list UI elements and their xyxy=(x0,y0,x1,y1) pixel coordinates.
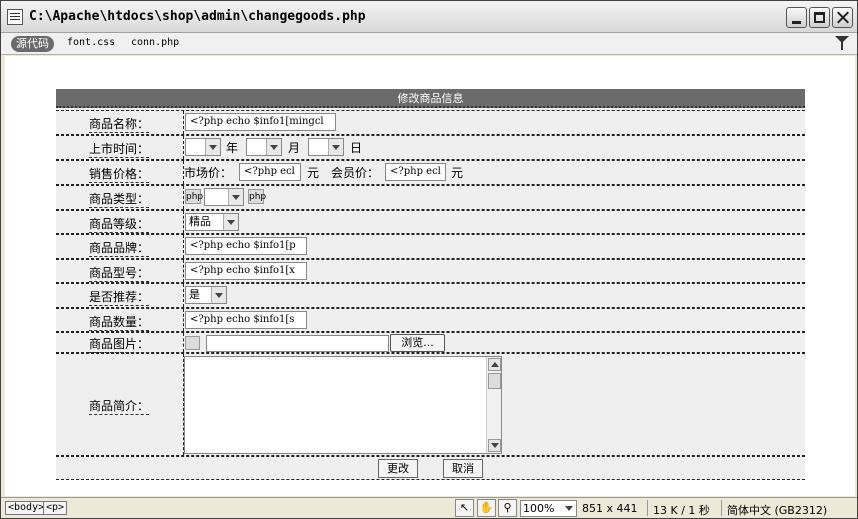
goods-name-field[interactable]: <?php echo $info1[mingcl xyxy=(185,113,336,131)
goods-form: 修改商品信息 商品名称： <?php echo $info1[mingcl 上市… xyxy=(56,89,805,480)
cancel-button[interactable]: 取消 xyxy=(443,459,483,478)
scroll-thumb[interactable] xyxy=(488,373,501,389)
php-code-icon[interactable]: php xyxy=(248,189,266,204)
month-select[interactable] xyxy=(246,138,282,156)
source-code-button[interactable]: 源代码 xyxy=(11,36,54,52)
market-price-label: 市场价： xyxy=(184,166,233,180)
goods-grade-value: 精品 xyxy=(189,215,211,228)
member-price-field[interactable]: <?php ecl xyxy=(385,163,446,181)
label-goods-type: 商品类型： xyxy=(89,192,150,208)
label-goods-intro: 商品简介： xyxy=(89,399,150,415)
goods-grade-select[interactable]: 精品 xyxy=(185,213,239,231)
browse-button[interactable]: 浏览... xyxy=(390,334,445,352)
label-goods-quantity: 商品数量： xyxy=(89,315,150,331)
label-release-date: 上市时间： xyxy=(89,142,150,158)
chevron-down-icon xyxy=(266,139,281,155)
zoom-select[interactable]: 100% xyxy=(520,500,577,517)
chevron-down-icon xyxy=(228,189,243,205)
goods-intro-textarea[interactable] xyxy=(184,356,502,454)
month-label: 月 xyxy=(288,141,301,155)
row-goods-intro: 商品简介： xyxy=(56,353,805,456)
row-goods-type: 商品类型： php php xyxy=(56,185,805,210)
row-recommend: 是否推荐： 是 xyxy=(56,283,805,308)
chevron-down-icon xyxy=(328,139,343,155)
status-bar: <body> <p> ↖ ✋ ⚲ 100% 851 x 441 13 K / 1… xyxy=(1,497,857,518)
title-bar[interactable]: C:\Apache\htdocs\shop\admin\changegoods.… xyxy=(1,1,857,33)
maximize-icon xyxy=(814,12,825,23)
close-icon xyxy=(836,10,850,24)
year-label: 年 xyxy=(226,141,239,155)
window-title: C:\Apache\htdocs\shop\admin\changegoods.… xyxy=(29,9,366,24)
tag-selector-body[interactable]: <body> xyxy=(5,501,48,515)
year-select[interactable] xyxy=(185,138,221,156)
recommend-select[interactable]: 是 xyxy=(185,286,227,304)
related-file-font-css[interactable]: font.css xyxy=(67,37,115,48)
related-file-conn-php[interactable]: conn.php xyxy=(131,37,179,48)
row-goods-image: 商品图片： 浏览... xyxy=(56,332,805,353)
row-goods-brand: 商品品牌： <?php echo $info1[p xyxy=(56,234,805,259)
chevron-down-icon xyxy=(562,501,575,516)
scroll-up-icon[interactable] xyxy=(488,358,501,371)
label-goods-model: 商品型号： xyxy=(89,266,150,282)
zoom-value: 100% xyxy=(523,502,555,515)
label-goods-name: 商品名称： xyxy=(89,117,150,133)
label-recommend: 是否推荐： xyxy=(89,290,150,306)
goods-brand-field[interactable]: <?php echo $info1[p xyxy=(185,237,307,255)
minimize-icon xyxy=(792,21,801,24)
close-button[interactable] xyxy=(832,7,853,28)
row-goods-name: 商品名称： <?php echo $info1[mingcl xyxy=(56,110,805,135)
php-code-icon[interactable] xyxy=(185,336,200,350)
goods-model-field[interactable]: <?php echo $info1[x xyxy=(185,262,307,280)
row-release-date: 上市时间： 年 月 日 xyxy=(56,135,805,160)
chevron-down-icon xyxy=(211,287,226,303)
label-price: 销售价格： xyxy=(89,167,150,183)
textarea-scrollbar[interactable] xyxy=(486,357,501,453)
day-select[interactable] xyxy=(308,138,344,156)
window-size[interactable]: 851 x 441 xyxy=(582,502,638,515)
recommend-value: 是 xyxy=(189,288,200,301)
design-view[interactable]: 修改商品信息 商品名称： <?php echo $info1[mingcl 上市… xyxy=(5,56,855,496)
related-files-toolbar: 源代码 font.css conn.php xyxy=(1,33,857,55)
form-header: 修改商品信息 xyxy=(56,89,805,108)
image-file-field[interactable] xyxy=(206,335,389,352)
document-icon xyxy=(7,9,23,25)
encoding: 简体中文 (GB2312) xyxy=(727,504,828,517)
chevron-down-icon xyxy=(223,214,238,230)
row-goods-grade: 商品等级： 精品 xyxy=(56,210,805,234)
hand-tool-icon[interactable]: ✋ xyxy=(477,499,496,517)
day-label: 日 xyxy=(350,141,363,155)
scroll-down-icon[interactable] xyxy=(488,439,501,452)
php-code-icon[interactable]: php xyxy=(185,189,203,204)
maximize-button[interactable] xyxy=(809,7,830,28)
pointer-tool-icon[interactable]: ↖ xyxy=(455,499,474,517)
tag-selector-p[interactable]: <p> xyxy=(43,501,68,515)
zoom-tool-icon[interactable]: ⚲ xyxy=(498,499,517,517)
goods-quantity-field[interactable]: <?php echo $info1[s xyxy=(185,311,307,329)
row-price: 销售价格： 市场价： <?php ecl 元 会员价： <?php ecl 元 xyxy=(56,160,805,185)
minimize-button[interactable] xyxy=(786,7,807,28)
row-actions: 更改 取消 xyxy=(56,456,805,480)
row-goods-model: 商品型号： <?php echo $info1[x xyxy=(56,259,805,283)
filter-icon[interactable] xyxy=(835,36,849,51)
submit-button[interactable]: 更改 xyxy=(378,459,418,478)
goods-type-select[interactable] xyxy=(204,188,244,206)
label-goods-grade: 商品等级： xyxy=(89,217,150,233)
editor-window: C:\Apache\htdocs\shop\admin\changegoods.… xyxy=(0,0,858,519)
row-goods-quantity: 商品数量： <?php echo $info1[s xyxy=(56,308,805,332)
label-goods-brand: 商品品牌： xyxy=(89,241,150,257)
chevron-down-icon xyxy=(205,139,220,155)
label-goods-image: 商品图片： xyxy=(89,337,150,353)
member-price-label: 会员价： xyxy=(331,166,380,180)
download-size-time: 13 K / 1 秒 xyxy=(653,504,710,517)
market-price-field[interactable]: <?php ecl xyxy=(239,163,301,181)
market-price-unit: 元 xyxy=(307,166,320,180)
member-price-unit: 元 xyxy=(451,166,464,180)
